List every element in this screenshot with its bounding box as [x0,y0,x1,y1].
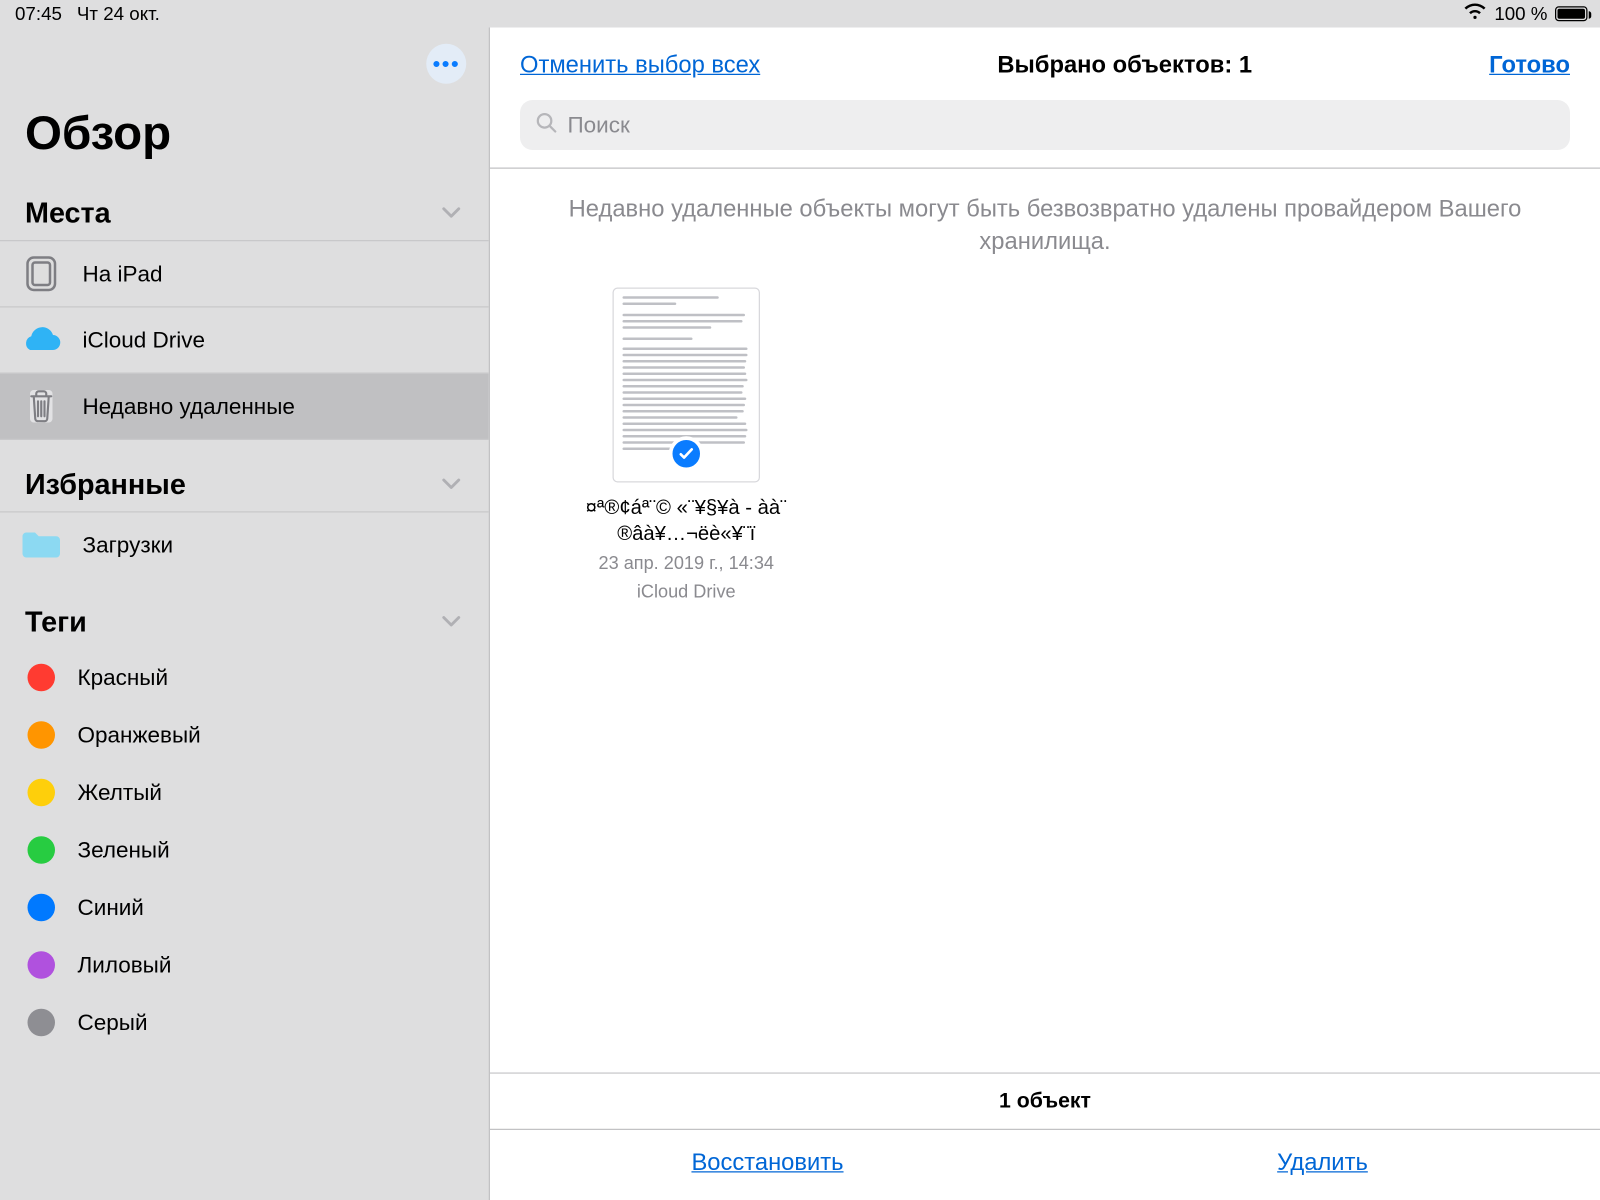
ipad-icon [20,255,63,293]
tag-dot-icon [28,721,56,749]
footer: 1 объект Восстановить Удалить [490,1073,1600,1200]
tag-green[interactable]: Зеленый [0,821,489,879]
tag-dot-icon [28,894,56,922]
selected-checkmark-icon [669,437,704,472]
tag-label: Оранжевый [78,722,201,748]
tag-blue[interactable]: Синий [0,879,489,937]
folder-icon [20,526,63,564]
deselect-all-button[interactable]: Отменить выбор всех [520,53,760,81]
chevron-down-icon [441,605,461,639]
tag-label: Красный [78,664,169,690]
tag-dot-icon [28,951,56,979]
sidebar-title: Обзор [0,100,489,184]
section-places[interactable]: Места [0,184,489,242]
tag-label: Желтый [78,779,162,805]
battery-icon [1555,6,1588,21]
section-favorites-label: Избранные [25,468,186,502]
status-time: 07:45 [15,3,62,24]
status-bar: 07:45 Чт 24 окт. 100 % [0,0,1600,28]
sidebar-item-icloud[interactable]: iCloud Drive [0,308,489,374]
section-favorites[interactable]: Избранные [0,455,489,513]
tag-dot-icon [28,836,56,864]
sidebar-item-on-ipad[interactable]: На iPad [0,241,489,307]
chevron-down-icon [441,196,461,230]
info-notice: Недавно удаленные объекты могут быть без… [490,169,1600,271]
tag-dot-icon [28,1009,56,1037]
more-button[interactable]: ••• [426,44,466,84]
chevron-down-icon [441,468,461,502]
sidebar-item-label: Загрузки [83,532,174,558]
section-tags-label: Теги [25,605,87,639]
sidebar-item-label: Недавно удаленные [83,393,295,419]
sidebar: ••• Обзор Места На iPad iCloud Drive Нед… [0,28,490,1200]
file-location: iCloud Drive [637,581,736,605]
wifi-icon [1464,3,1487,26]
file-grid: ¤ª®¢áª¨© «¨¥§¥à - àà¨ ®âà¥…¬ëè«¥¨ï 23 ап… [490,270,1600,1072]
file-thumbnail [613,288,761,483]
tag-orange[interactable]: Оранжевый [0,706,489,764]
tag-label: Лиловый [78,952,172,978]
sidebar-item-recently-deleted[interactable]: Недавно удаленные [0,374,489,440]
sidebar-item-downloads[interactable]: Загрузки [0,513,489,578]
tag-label: Серый [78,1009,148,1035]
file-name: ¤ª®¢áª¨© «¨¥§¥à - àà¨ ®âà¥…¬ëè«¥¨ï [555,495,818,547]
delete-button[interactable]: Удалить [1045,1130,1600,1200]
search-icon [535,111,558,140]
sidebar-item-label: iCloud Drive [83,327,206,353]
tag-gray[interactable]: Серый [0,994,489,1052]
sidebar-toolbar: ••• [0,28,489,101]
file-date: 23 апр. 2019 г., 14:34 [599,552,774,576]
selection-toolbar: Отменить выбор всех Выбрано объектов: 1 … [520,53,1570,81]
section-tags[interactable]: Теги [0,593,489,649]
section-places-label: Места [25,196,111,230]
search-placeholder: Поиск [568,112,630,138]
tag-red[interactable]: Красный [0,649,489,707]
status-date: Чт 24 окт. [77,3,160,24]
tag-label: Синий [78,894,144,920]
cloud-icon [20,321,63,359]
selection-title: Выбрано объектов: 1 [997,53,1252,81]
main-panel: Отменить выбор всех Выбрано объектов: 1 … [490,28,1600,1200]
restore-button[interactable]: Восстановить [490,1130,1045,1200]
tag-label: Зеленый [78,837,170,863]
footer-count: 1 объект [490,1074,1600,1129]
search-input[interactable]: Поиск [520,100,1570,150]
tag-dot-icon [28,664,56,692]
tag-dot-icon [28,779,56,807]
sidebar-item-label: На iPad [83,261,163,287]
trash-icon [20,388,63,426]
tag-purple[interactable]: Лиловый [0,936,489,994]
battery-text: 100 % [1494,3,1547,24]
tag-yellow[interactable]: Желтый [0,764,489,822]
file-item[interactable]: ¤ª®¢áª¨© «¨¥§¥à - àà¨ ®âà¥…¬ëè«¥¨ï 23 ап… [555,288,818,604]
done-button[interactable]: Готово [1489,53,1570,81]
